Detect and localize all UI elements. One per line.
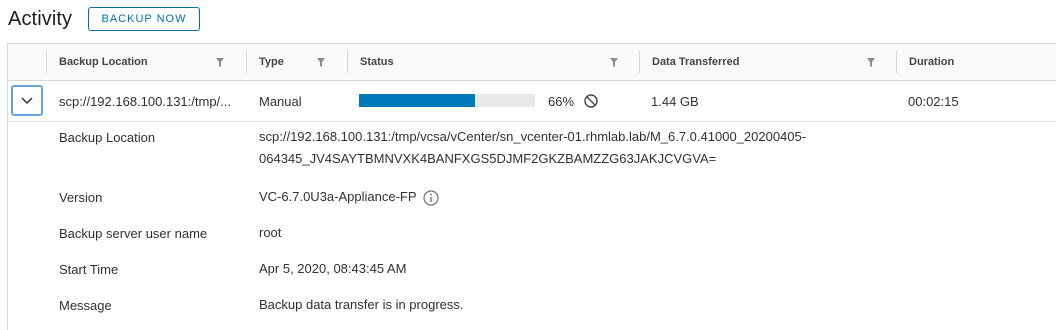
version-value: VC-6.7.0U3a-Appliance-FP (259, 189, 417, 204)
detail-value: root (259, 225, 282, 240)
progress-bar (359, 94, 535, 107)
backup-location-line-1: scp://192.168.100.131:/tmp/vcsa/vCenter/… (259, 129, 807, 144)
column-label: Duration (909, 56, 955, 68)
detail-value: scp://192.168.100.131:/tmp/vcsa/vCenter/… (259, 126, 806, 170)
page-title: Activity (8, 7, 73, 30)
info-icon[interactable] (422, 189, 439, 206)
progress-percent: 66% (548, 93, 575, 109)
chevron-down-icon (21, 96, 33, 104)
filter-icon[interactable] (317, 58, 325, 67)
progress-fill (359, 94, 476, 107)
column-header-data-transferred[interactable]: Data Transferred (640, 44, 896, 80)
detail-label: Message (59, 298, 112, 313)
column-label: Backup Location (59, 56, 148, 68)
table-row: scp://192.168.100.131:/tmp/... Manual 66… (8, 81, 1056, 122)
expand-row-button[interactable] (11, 85, 43, 116)
detail-label: Backup server user name (59, 226, 208, 241)
column-header-type[interactable]: Type (247, 44, 347, 80)
column-header-status[interactable]: Status (348, 44, 639, 80)
column-label: Status (360, 56, 394, 68)
detail-label: Version (59, 190, 103, 205)
detail-label: Start Time (59, 262, 119, 277)
cell-duration: 00:02:15 (908, 93, 959, 109)
cell-type: Manual (259, 93, 302, 109)
cancel-icon[interactable] (584, 94, 598, 108)
detail-value: Apr 5, 2020, 08:43:45 AM (259, 261, 407, 276)
filter-icon[interactable] (216, 58, 224, 67)
page-header: Activity (8, 5, 72, 33)
backup-location-line-2: 064345_JV4SAYTBMNVXK4BANFXGS5DJMF2GKZBAM… (259, 151, 717, 166)
detail-label: Backup Location (59, 130, 156, 145)
filter-icon[interactable] (610, 58, 618, 67)
filter-icon[interactable] (867, 58, 875, 67)
column-label: Data Transferred (652, 56, 740, 68)
datagrid-header: Backup Location Type Status Data Transfe… (8, 44, 1056, 81)
activity-datagrid: Backup Location Type Status Data Transfe… (7, 43, 1056, 330)
backup-now-button[interactable]: BACKUP NOW (88, 7, 200, 31)
cell-data-transferred: 1.44 GB (651, 93, 699, 109)
column-label: Type (259, 56, 284, 68)
column-header-duration[interactable]: Duration (897, 44, 1056, 80)
detail-value: VC-6.7.0U3a-Appliance-FP (259, 186, 439, 208)
cell-backup-location: scp://192.168.100.131:/tmp/... (59, 93, 232, 109)
detail-value: Backup data transfer is in progress. (259, 297, 464, 312)
